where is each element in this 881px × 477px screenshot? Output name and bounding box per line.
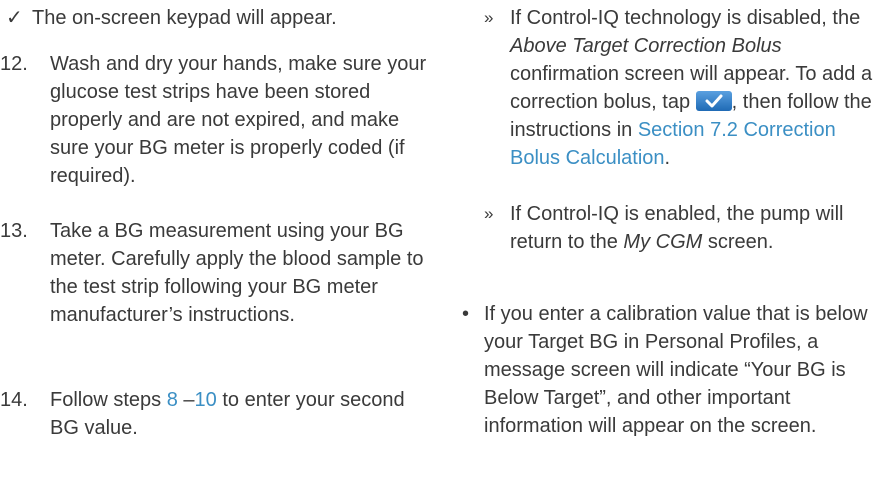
step-number: 12.: [0, 53, 28, 75]
tick-item-text: The on-screen keypad will appear.: [32, 7, 337, 29]
sub-item-text: If Control-IQ technology is disabled, th…: [510, 7, 873, 169]
step-number: 14.: [0, 389, 28, 411]
bullet-icon: •: [462, 303, 470, 325]
step-text: Take a BG measurement using your BG mete…: [50, 220, 424, 326]
checkmark-icon: [705, 94, 723, 108]
step-number: 13.: [0, 220, 28, 242]
step-text: Follow steps 8 –10 to enter your second …: [50, 389, 405, 439]
step-8-link[interactable]: 8: [167, 389, 178, 411]
step-10-link[interactable]: 10: [195, 389, 217, 411]
bullet-item-text: If you enter a calibration value that is…: [484, 303, 868, 437]
sub-bullet-icon: »: [484, 8, 494, 27]
sub-bullet-icon: »: [484, 204, 494, 223]
check-mark-icon: ✓: [6, 7, 23, 29]
step-text: Wash and dry your hands, make sure your …: [50, 53, 427, 187]
confirm-checkmark-button: [695, 91, 732, 111]
sub-item-text: If Control-IQ is enabled, the pump will …: [510, 203, 844, 253]
